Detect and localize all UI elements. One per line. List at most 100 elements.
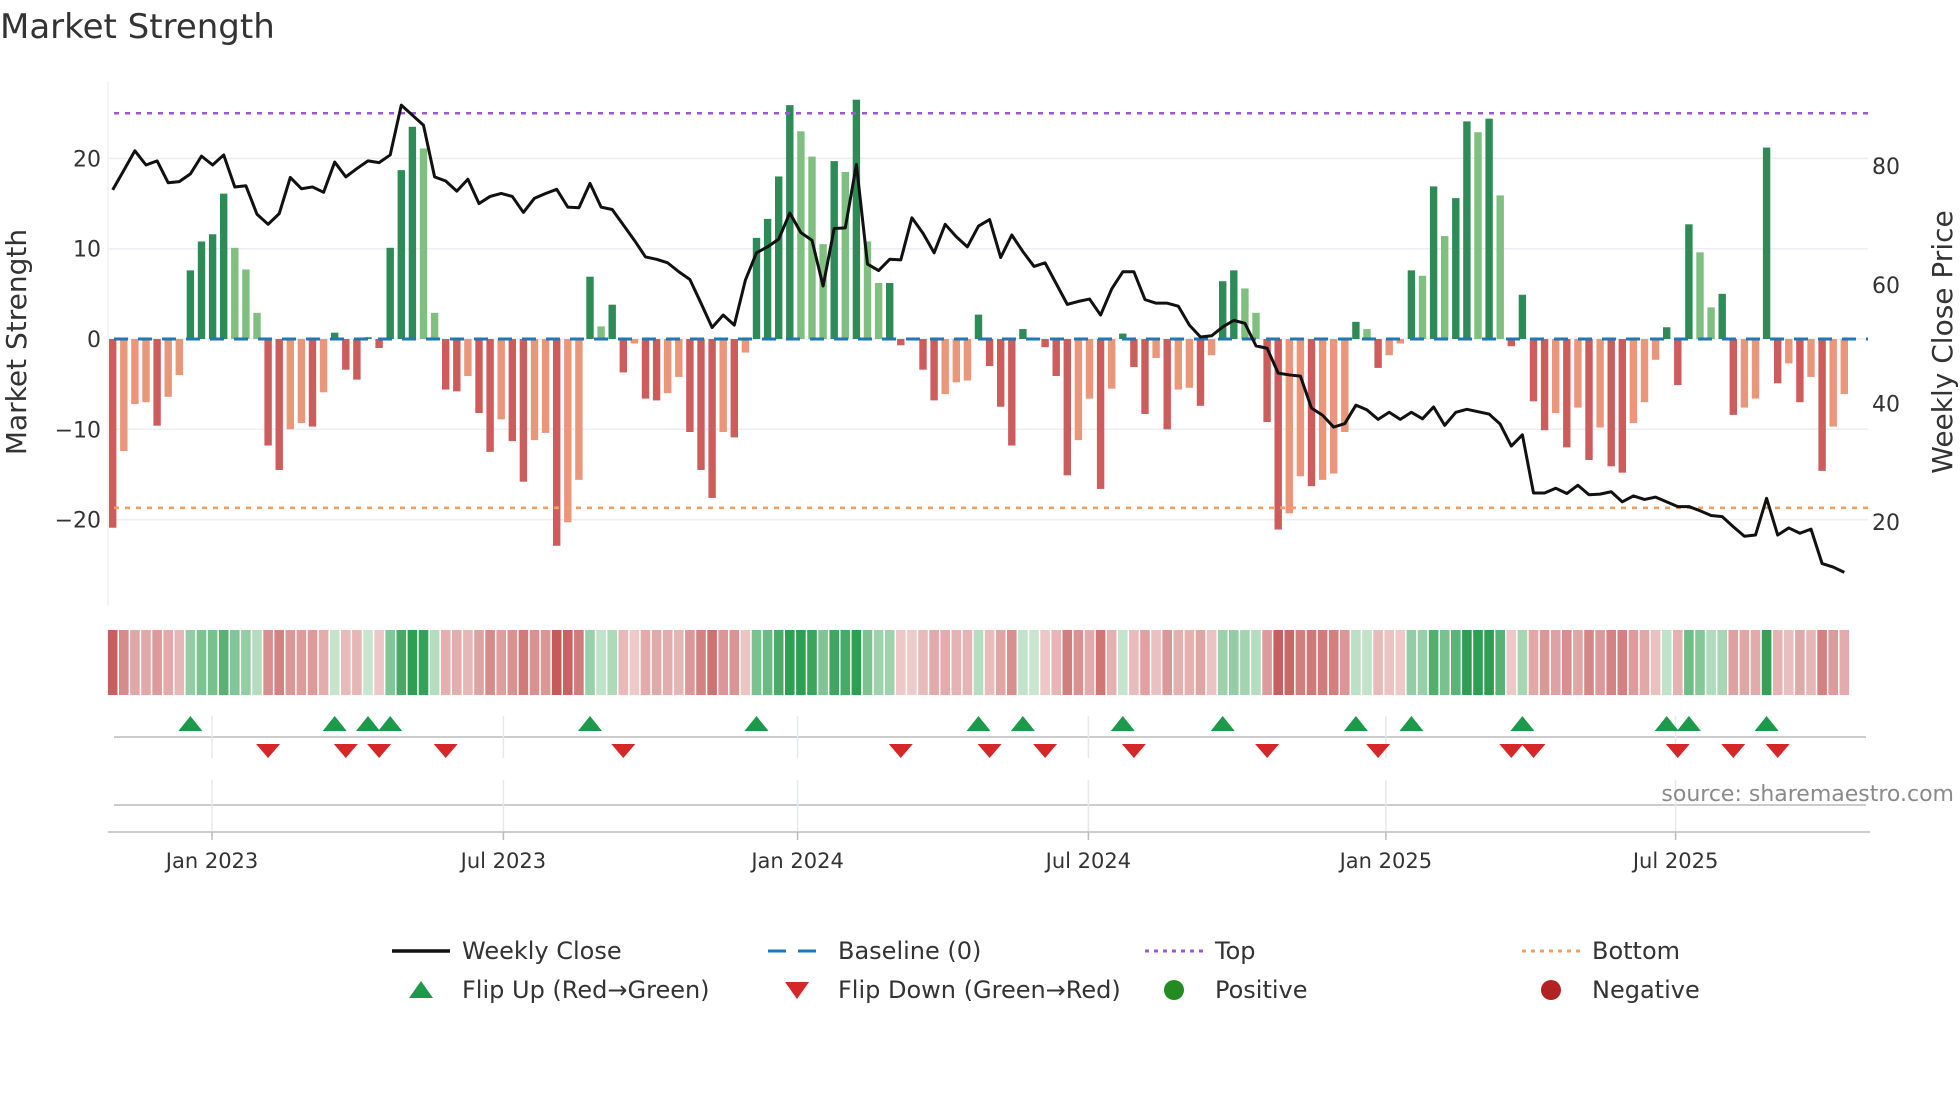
strength-bar <box>153 339 161 426</box>
strip-cell <box>1284 630 1295 695</box>
strip-cell <box>285 630 296 695</box>
strip-cell <box>474 630 484 695</box>
strip-cell <box>463 630 473 695</box>
strength-bar <box>1130 339 1138 367</box>
strength-bar <box>564 339 572 523</box>
strip-cell <box>607 630 617 695</box>
legend-label: Positive <box>1215 976 1308 1004</box>
legend-label: Top <box>1214 937 1256 965</box>
strength-bar <box>1552 339 1560 414</box>
legend-label: Bottom <box>1592 937 1680 965</box>
strip-cell <box>1129 630 1139 695</box>
y-tick-label: 20 <box>73 147 101 172</box>
strip-cell <box>918 630 928 695</box>
strip-cell <box>274 630 284 695</box>
strength-bar <box>1463 121 1471 339</box>
strength-bar <box>1818 339 1826 471</box>
strip-cell <box>1784 630 1794 695</box>
strip-cell <box>1173 630 1184 695</box>
strip-cell <box>1273 630 1283 695</box>
strength-bar <box>1618 339 1626 473</box>
strip-cell <box>230 630 240 695</box>
strip-cell <box>662 630 673 695</box>
strip-cell <box>651 630 662 695</box>
strength-bar <box>497 339 505 420</box>
strip-cell <box>141 630 151 695</box>
strength-bar <box>1774 339 1782 384</box>
x-tick-label: Jan 2023 <box>164 849 259 873</box>
strip-cell <box>640 630 651 695</box>
strength-bar <box>1596 339 1604 428</box>
flip-down-marker <box>1121 744 1146 758</box>
flip-up-marker <box>578 716 602 731</box>
strip-cell <box>1262 630 1272 695</box>
strength-bar <box>1718 293 1726 339</box>
strip-cell <box>1772 630 1783 695</box>
strength-bar <box>897 339 905 346</box>
strip-cell <box>1095 630 1106 695</box>
strength-bar <box>1840 339 1848 395</box>
strength-bar <box>830 161 838 339</box>
strip-cell <box>1240 630 1250 695</box>
flip-down-marker <box>611 744 636 758</box>
strength-bar <box>1418 275 1427 339</box>
strength-bar <box>1318 339 1327 480</box>
strength-bar <box>686 339 694 433</box>
strength-bar <box>1407 270 1416 339</box>
flip-up-marker <box>1110 716 1135 731</box>
strip-cell <box>318 630 329 695</box>
strength-bar <box>1196 339 1205 406</box>
strength-bar <box>664 339 672 394</box>
flip-up-marker <box>966 716 991 731</box>
strength-bar <box>1518 294 1527 339</box>
circle-icon <box>1541 980 1561 1000</box>
strength-bar <box>930 339 938 401</box>
strength-bar <box>342 339 350 370</box>
strip-cell <box>1317 630 1328 695</box>
strip-cell <box>163 630 173 695</box>
strip-cell <box>995 630 1006 695</box>
strip-cell <box>363 630 373 695</box>
strip-cell <box>507 630 518 695</box>
strip-cell <box>1417 630 1428 695</box>
strip-cell <box>907 630 917 695</box>
strength-bar <box>1041 339 1049 348</box>
strip-cell <box>263 630 273 695</box>
strength-bar <box>775 176 783 339</box>
legend-label: Baseline (0) <box>838 937 981 965</box>
strip-cell <box>1428 630 1439 695</box>
strip-cell <box>818 630 828 695</box>
strip-cell <box>1007 630 1017 695</box>
strip-cell <box>1162 630 1172 695</box>
flip-down-marker <box>367 744 392 758</box>
strip-cell <box>1473 630 1483 695</box>
flip-up-marker <box>744 716 769 731</box>
strip-cell <box>1084 630 1095 695</box>
strip-cell <box>829 630 839 695</box>
strip-cell <box>1562 630 1572 695</box>
chart-title: Market Strength <box>0 7 275 47</box>
strip-cell <box>418 630 429 695</box>
strip-cell <box>1739 630 1750 695</box>
strength-bar <box>142 339 150 403</box>
strength-bar <box>442 339 450 390</box>
flip-down-marker <box>1255 744 1280 758</box>
strip-cell <box>518 630 529 695</box>
strength-bar <box>941 339 949 395</box>
legend-item: Baseline (0) <box>768 937 981 965</box>
legend-item: Top <box>1145 937 1256 965</box>
strip-cell <box>1639 630 1650 695</box>
strip-cell <box>329 630 340 695</box>
strip-cell <box>1495 630 1505 695</box>
y-tick-label: 10 <box>73 238 101 263</box>
strength-bar <box>1141 339 1149 414</box>
flip-down-marker <box>433 744 458 758</box>
flip-up-marker <box>356 716 380 731</box>
strength-bar <box>1429 186 1438 339</box>
legend-item: Flip Up (Red→Green) <box>409 976 710 1004</box>
legend-item: Flip Down (Green→Red) <box>785 976 1121 1004</box>
strip-cell <box>1695 630 1705 695</box>
strip-cell <box>563 630 573 695</box>
strength-bar <box>919 339 927 370</box>
strip-cell <box>740 630 751 695</box>
